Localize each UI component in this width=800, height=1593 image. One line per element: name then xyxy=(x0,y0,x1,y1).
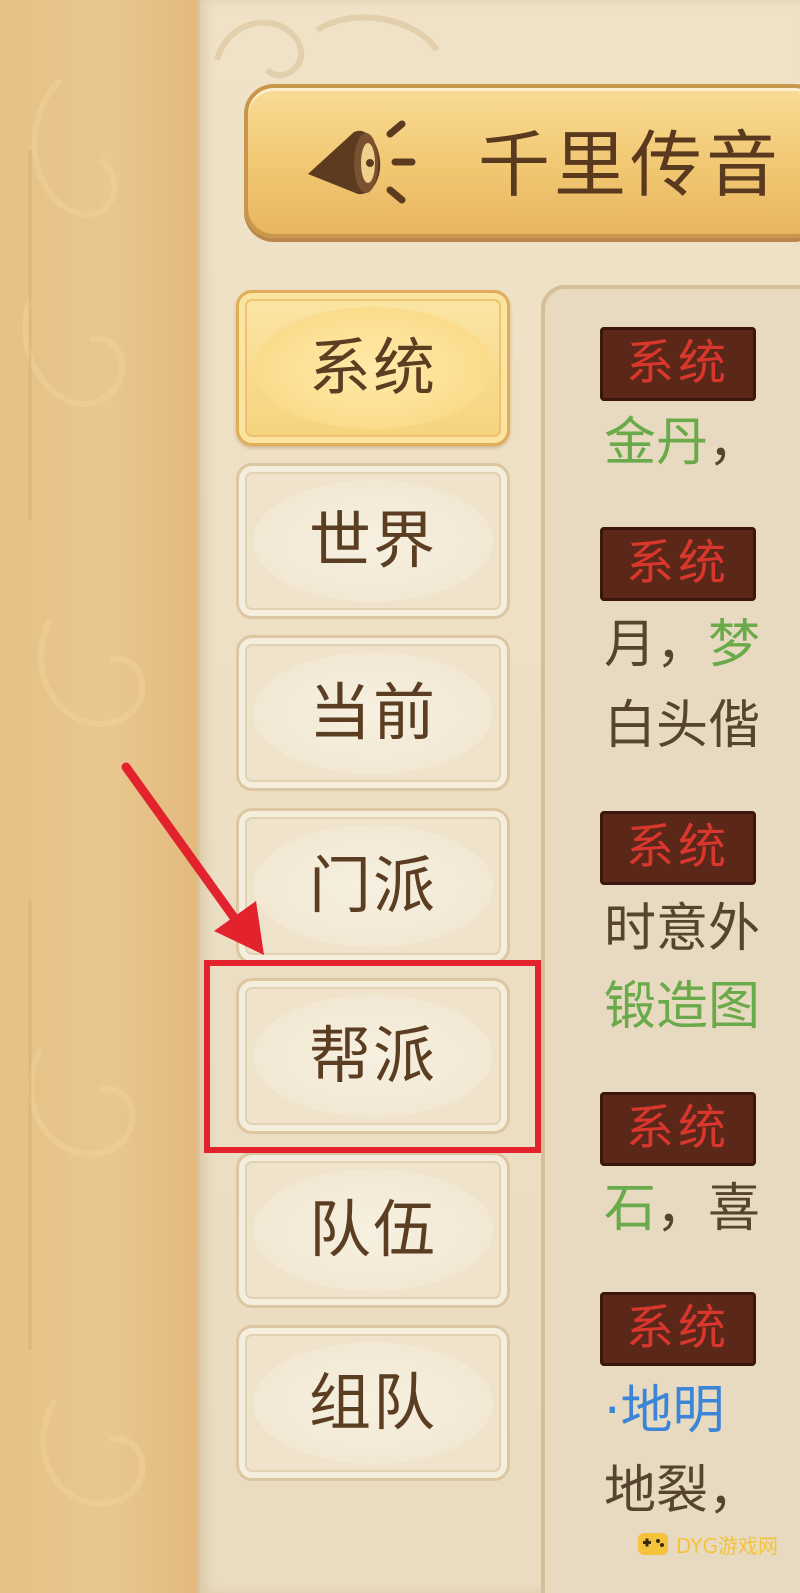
system-tag-badge: 系统 xyxy=(600,811,756,885)
chat-text-green: 梦 xyxy=(708,615,761,675)
chat-text: ，喜 xyxy=(656,1179,761,1239)
chat-line: 时意外 xyxy=(604,898,760,960)
system-tag-badge: 系统 xyxy=(600,1092,756,1166)
game-controller-logo xyxy=(638,1533,668,1555)
chat-text-green: 锻造图 xyxy=(604,977,761,1037)
tab-team[interactable]: 队伍 xyxy=(236,1152,510,1308)
chat-text-green: 金丹 xyxy=(604,413,709,473)
tab-group-finder[interactable]: 组队 xyxy=(236,1325,510,1481)
tab-label: 当前 xyxy=(308,676,437,749)
tab-label: 队伍 xyxy=(308,1193,437,1266)
chat-text: ， xyxy=(708,413,761,473)
chat-line: 金丹， xyxy=(604,412,760,474)
chat-text: 月， xyxy=(604,615,709,675)
chat-line: 石，喜 xyxy=(604,1178,760,1240)
chat-text: 白头偕 xyxy=(604,696,761,756)
tab-world[interactable]: 世界 xyxy=(236,463,510,619)
red-arrow-icon xyxy=(121,762,264,955)
horn-icon xyxy=(308,120,416,204)
chat-text-green: 石 xyxy=(604,1179,657,1239)
chat-text: 地裂， xyxy=(604,1461,761,1521)
tab-system[interactable]: 系统 xyxy=(236,290,510,446)
game-chat-screen: 千里传音 系统 世界 当前 门派 帮派 队伍 组队 系统 金丹， 系统 月，梦 … xyxy=(0,0,800,1593)
watermark: DYG游戏网 xyxy=(636,1525,778,1563)
chat-line: 白头偕 xyxy=(604,695,760,757)
channel-title: 千里传音 xyxy=(478,123,783,207)
guild-tab-highlight-box xyxy=(204,960,541,1153)
chat-line: 地裂， xyxy=(604,1460,760,1522)
chat-line: ·地明 xyxy=(604,1380,725,1442)
tab-label: 组队 xyxy=(308,1366,437,1439)
system-tag-badge: 系统 xyxy=(600,327,756,401)
tab-label: 系统 xyxy=(308,331,437,404)
chat-line: 月，梦 xyxy=(604,614,760,676)
system-tag-badge: 系统 xyxy=(600,527,756,601)
system-tag-badge: 系统 xyxy=(600,1292,756,1366)
chat-text: 时意外 xyxy=(604,899,761,959)
chat-line: 锻造图 xyxy=(604,976,760,1038)
tab-label: 世界 xyxy=(308,504,437,577)
watermark-text: DYG游戏网 xyxy=(676,1533,779,1558)
chat-text-blue: ·地明 xyxy=(604,1381,725,1441)
